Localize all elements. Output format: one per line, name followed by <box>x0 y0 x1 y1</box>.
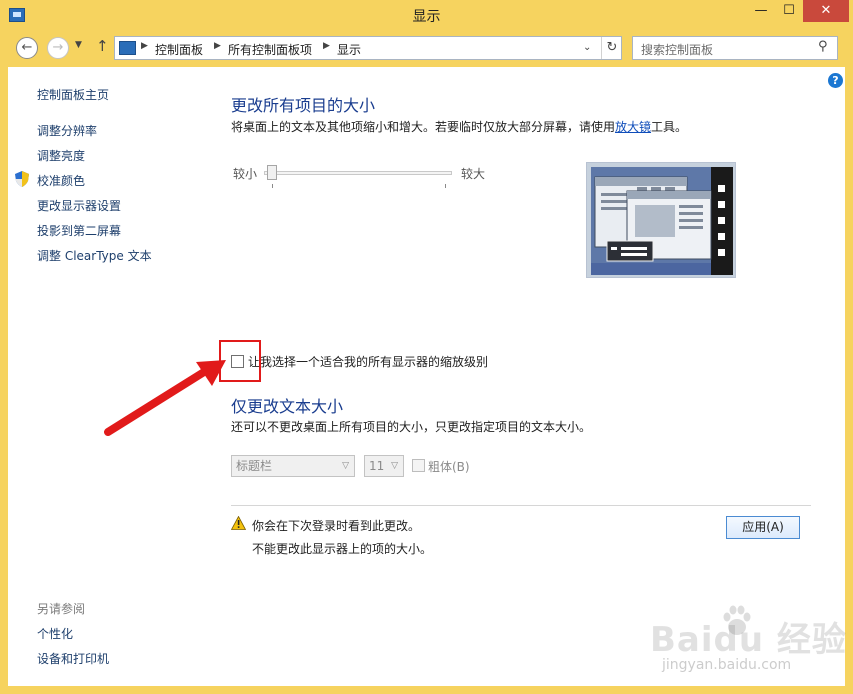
window-title: 显示 <box>412 9 441 25</box>
sidebar-item-calibrate[interactable]: 校准颜色 <box>37 172 85 189</box>
bold-checkbox[interactable] <box>412 459 425 472</box>
forward-arrow-icon[interactable]: → <box>47 37 69 59</box>
item-select-value: 标题栏 <box>236 459 273 473</box>
item-select[interactable]: 标题栏 ▽ <box>231 455 355 477</box>
sidebar-item-display-settings[interactable]: 更改显示器设置 <box>37 197 121 214</box>
search-placeholder[interactable]: 搜索控制面板 <box>641 41 713 58</box>
warning-icon <box>231 516 246 530</box>
description-text: 将桌面上的文本及其他项缩小和增大。若要临时仅放大部分屏幕，请使用 <box>231 120 616 134</box>
warning-text-line1: 你会在下次登录时看到此更改。 <box>252 519 421 533</box>
search-box[interactable]: 搜索控制面板 ⚲ <box>632 36 838 60</box>
display-window: 显示 — ☐ ✕ ← → ▼ ↑ ▶ 控制面板 ▶ 所有控制面板项 ▶ 显示 ⌄… <box>0 0 853 694</box>
chevron-down-icon: ▽ <box>342 461 349 471</box>
sidebar-item-resolution[interactable]: 调整分辨率 <box>37 122 97 139</box>
section-description-all-items: 将桌面上的文本及其他项缩小和增大。若要临时仅放大部分屏幕，请使用放大镜工具。 <box>231 118 687 135</box>
slider-tick <box>445 184 446 188</box>
sidebar-item-personalize[interactable]: 个性化 <box>37 625 73 642</box>
title-bar: 显示 — ☐ ✕ <box>0 0 853 31</box>
breadcrumb-separator-icon[interactable]: ▶ <box>141 41 148 51</box>
history-dropdown-icon[interactable]: ▼ <box>75 40 82 50</box>
up-arrow-icon[interactable]: ↑ <box>96 37 109 55</box>
sidebar-item-cleartype[interactable]: 调整 ClearType 文本 <box>37 247 152 264</box>
font-size-value: 11 <box>369 459 385 473</box>
navigation-bar: ← → ▼ ↑ ▶ 控制面板 ▶ 所有控制面板项 ▶ 显示 ⌄ ↻ 搜索控制面板… <box>8 31 845 67</box>
breadcrumb-separator-icon[interactable]: ▶ <box>214 41 221 51</box>
shield-icon <box>15 171 29 187</box>
sidebar-item-project[interactable]: 投影到第二屏幕 <box>37 222 121 239</box>
help-icon[interactable]: ? <box>828 73 843 88</box>
warning-text-line2: 不能更改此显示器上的项的大小。 <box>252 542 433 556</box>
breadcrumb-all-items[interactable]: 所有控制面板项 <box>228 41 312 58</box>
address-dropdown-icon[interactable]: ⌄ <box>583 42 591 53</box>
custom-scaling-label[interactable]: 让我选择一个适合我的所有显示器的缩放级别 <box>248 353 488 370</box>
section-divider <box>231 505 811 506</box>
description-tail: 工具。 <box>651 120 688 134</box>
chevron-down-icon: ▽ <box>391 461 398 471</box>
sidebar-item-brightness[interactable]: 调整亮度 <box>37 147 85 164</box>
sidebar-item-home[interactable]: 控制面板主页 <box>37 86 109 103</box>
sidebar-item-devices-printers[interactable]: 设备和打印机 <box>37 650 109 667</box>
section-title-all-items: 更改所有项目的大小 <box>231 96 376 115</box>
slider-min-label: 较小 <box>233 167 258 181</box>
address-bar[interactable]: ▶ 控制面板 ▶ 所有控制面板项 ▶ 显示 ⌄ ↻ <box>114 36 622 60</box>
maximize-button[interactable]: ☐ <box>775 0 803 22</box>
breadcrumb-display[interactable]: 显示 <box>337 41 361 58</box>
section-description-text-only: 还可以不更改桌面上所有项目的大小，只更改指定项目的文本大小。 <box>231 420 592 434</box>
refresh-icon[interactable]: ↻ <box>601 37 622 59</box>
minimize-button[interactable]: — <box>747 0 775 22</box>
display-preview-image <box>586 162 736 278</box>
bold-label[interactable]: 粗体(B) <box>428 458 470 475</box>
search-icon[interactable]: ⚲ <box>818 39 828 54</box>
apply-button[interactable]: 应用(A) <box>726 516 800 539</box>
slider-max-label: 较大 <box>461 167 486 181</box>
control-panel-icon <box>119 41 136 55</box>
breadcrumb-separator-icon[interactable]: ▶ <box>323 41 330 51</box>
baidu-watermark: Baidu 经验 <box>650 620 847 660</box>
magnifier-link[interactable]: 放大镜 <box>615 120 651 134</box>
size-slider-thumb[interactable] <box>267 165 277 180</box>
section-title-text-only: 仅更改文本大小 <box>231 397 344 416</box>
see-also-heading: 另请参阅 <box>37 602 86 616</box>
back-arrow-icon[interactable]: ← <box>16 37 38 59</box>
annotation-arrow-icon <box>104 360 226 436</box>
close-button[interactable]: ✕ <box>803 0 849 22</box>
breadcrumb-control-panel[interactable]: 控制面板 <box>155 41 203 58</box>
size-slider-track[interactable] <box>264 171 452 175</box>
font-size-select[interactable]: 11 ▽ <box>364 455 404 477</box>
slider-tick <box>272 184 273 188</box>
baidu-watermark-url: jingyan.baidu.com <box>662 657 792 673</box>
